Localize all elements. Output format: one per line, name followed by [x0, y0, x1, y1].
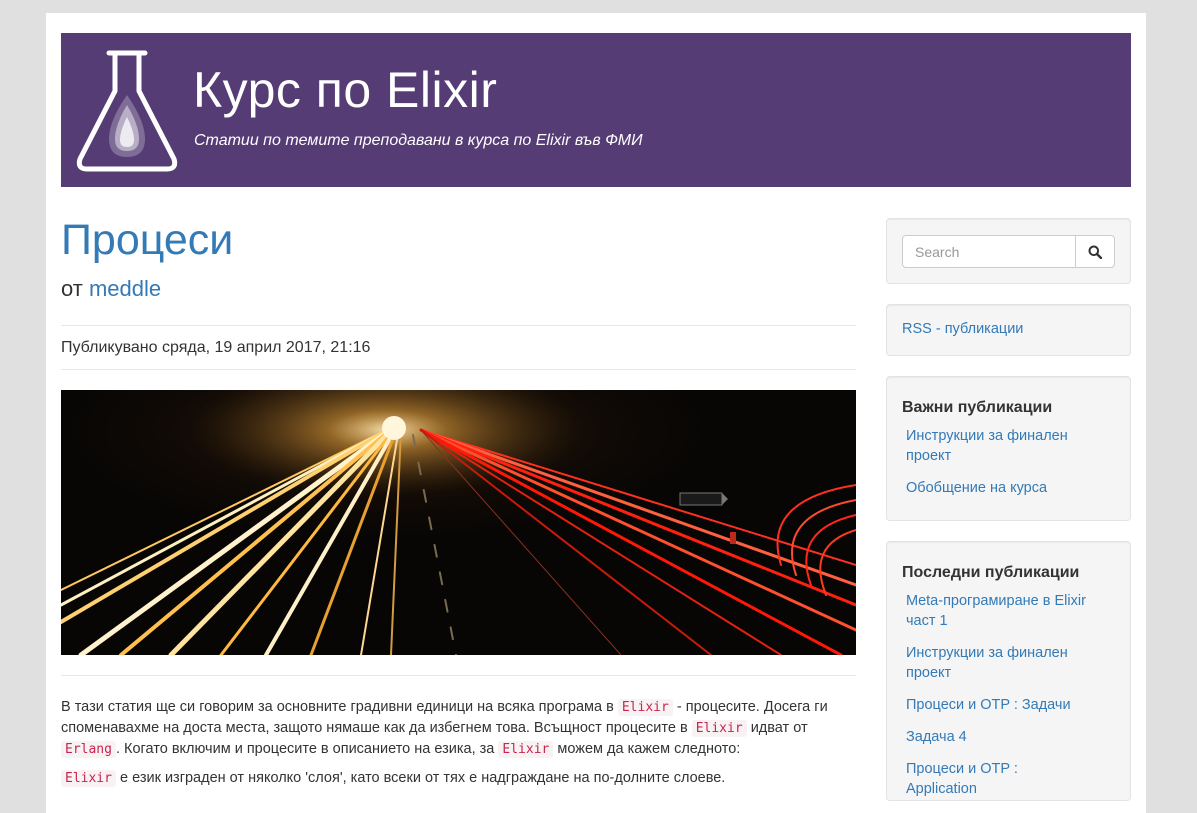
site-header: Курс по Elixir Статии по темите преподав… — [61, 33, 1131, 187]
author-link[interactable]: meddle — [89, 276, 161, 301]
page: Курс по Elixir Статии по темите преподав… — [46, 13, 1146, 813]
recent-post-link[interactable]: Инструкции за финален проект — [902, 643, 1092, 683]
important-posts-heading: Важни публикации — [902, 399, 1053, 416]
site-title[interactable]: Курс по Elixir — [193, 61, 497, 119]
post-body: В тази статия ще си говорим за основните… — [61, 697, 856, 789]
recent-posts-heading: Последни публикации — [902, 564, 1080, 581]
rss-link[interactable]: RSS - публикации — [902, 321, 1023, 337]
divider — [61, 369, 856, 370]
inline-code: Elixir — [61, 770, 116, 787]
important-post-link[interactable]: Обобщение на курса — [902, 478, 1082, 498]
recent-post-link[interactable]: Задача 4 — [902, 727, 1092, 747]
publish-date: Публикувано сряда, 19 април 2017, 21:16 — [61, 339, 371, 356]
important-post-link[interactable]: Инструкции за финален проект — [902, 426, 1082, 466]
divider — [61, 325, 856, 326]
recent-posts-list: Meta-програмиране в Elixir част 1 Инстру… — [902, 591, 1092, 799]
text: В тази статия ще си говорим за основните… — [61, 699, 614, 715]
inline-code: Elixir — [691, 720, 747, 737]
search-input[interactable] — [902, 235, 1076, 268]
search-button[interactable] — [1075, 235, 1115, 268]
divider — [61, 675, 856, 676]
inline-code: Elixir — [498, 741, 554, 758]
search-form — [902, 235, 1115, 268]
important-posts-list: Инструкции за финален проект Обобщение н… — [902, 426, 1082, 498]
flask-drop-icon[interactable] — [75, 47, 179, 175]
recent-posts-widget: Последни публикации Meta-програмиране в … — [886, 541, 1131, 801]
recent-post-link[interactable]: Meta-програмиране в Elixir част 1 — [902, 591, 1092, 631]
recent-post-link[interactable]: Процеси и OTP : Задачи — [902, 695, 1092, 715]
text: идват от — [750, 720, 808, 736]
post-paragraph: В тази статия ще си говорим за основните… — [61, 697, 856, 760]
inline-code: Erlang — [61, 741, 116, 758]
inline-code: Elixir — [617, 699, 673, 716]
text: можем да кажем следното: — [557, 741, 741, 757]
post-paragraph: Elixir е език изграден от няколко 'слоя'… — [61, 768, 856, 789]
recent-post-link[interactable]: Процеси и OTP : Application — [902, 759, 1092, 799]
rss-widget: RSS - публикации — [886, 304, 1131, 356]
important-posts-widget: Важни публикации Инструкции за финален п… — [886, 376, 1131, 521]
byline: от meddle — [61, 276, 161, 302]
site-subtitle: Статии по темите преподавани в курса по … — [194, 132, 643, 149]
search-icon — [1088, 245, 1102, 259]
text: е език изграден от няколко 'слоя', като … — [120, 770, 726, 786]
byline-prefix: от — [61, 276, 83, 301]
text: . Когато включим и процесите в описаниет… — [115, 741, 495, 757]
post-title[interactable]: Процеси — [61, 216, 233, 265]
highway-light-trails-photo — [61, 390, 856, 655]
search-widget — [886, 218, 1131, 284]
